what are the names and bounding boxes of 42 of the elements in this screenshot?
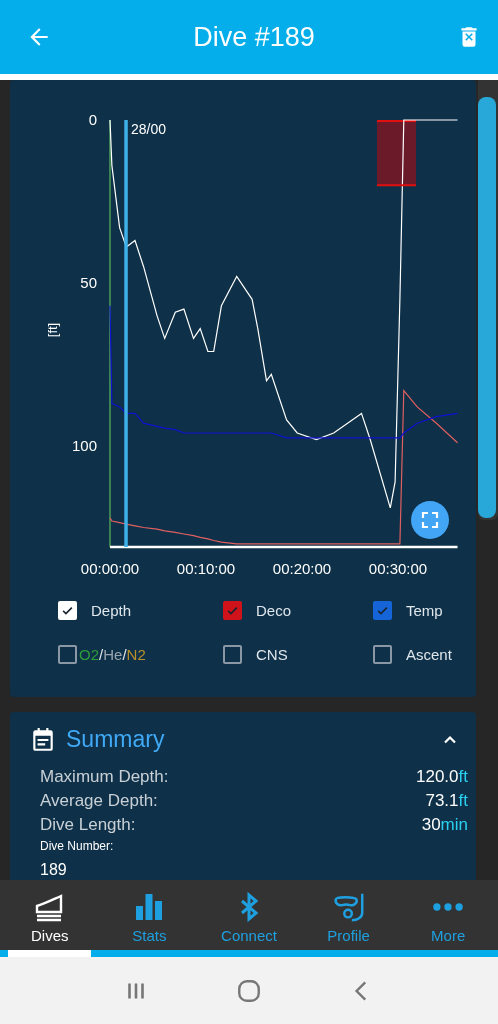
checkbox-label: Depth <box>91 602 132 619</box>
x-tick-label: 00:30:00 <box>368 560 428 577</box>
y-tick-label: 100 <box>71 437 97 454</box>
screen-title: Dive #189 <box>193 21 315 53</box>
x-tick-label: 00:10:00 <box>176 560 236 577</box>
checkbox[interactable] <box>58 645 77 664</box>
y-tick-label: 0 <box>88 111 97 128</box>
checkbox[interactable] <box>373 601 392 620</box>
nav-tab[interactable]: Stats <box>99 880 200 950</box>
dive-number-value: 189 <box>39 861 68 879</box>
x-tick-label: 00:20:00 <box>272 560 332 577</box>
checkbox-label: CNS <box>256 646 288 663</box>
checkbox-label: Deco <box>256 602 292 619</box>
y-tick-label: 50 <box>80 274 97 291</box>
cursor-label: 28/00 <box>131 121 167 137</box>
home-icon[interactable] <box>236 977 262 1004</box>
calendar-icon <box>30 726 56 753</box>
x-tick-label: 00:00:00 <box>80 560 140 577</box>
checkbox[interactable] <box>223 601 242 620</box>
deco-ceiling-band <box>376 120 417 186</box>
stat-label: Dive Length: <box>40 814 136 836</box>
nav-tab[interactable]: Profile <box>298 880 399 950</box>
dive-number-label: Dive Number: <box>39 839 115 853</box>
checkbox-label: O2/He/N2 <box>79 646 146 663</box>
checkbox[interactable] <box>223 645 242 664</box>
fullscreen-button[interactable] <box>411 501 449 539</box>
more-icon <box>433 903 464 911</box>
nav-tab[interactable]: More <box>398 880 498 950</box>
checkbox[interactable] <box>373 645 392 664</box>
nav-tab[interactable]: Dives <box>0 880 100 950</box>
stat-value: 73.1ft <box>425 790 468 812</box>
stat-label: Maximum Depth: <box>40 766 169 788</box>
nav-tab[interactable]: Connect <box>199 880 299 950</box>
checkbox-label: Ascent <box>406 646 452 663</box>
section-title: Summary <box>66 726 166 753</box>
stat-label: Average Depth: <box>40 790 158 812</box>
stat-value: 30min <box>421 814 468 836</box>
deco-ceiling-line <box>376 184 417 187</box>
stat-value: 120.0ft <box>416 766 468 788</box>
y-axis-title: [ft] <box>45 322 60 338</box>
snorkel-mask-icon <box>331 891 366 923</box>
checkbox-label: Temp <box>406 602 443 619</box>
